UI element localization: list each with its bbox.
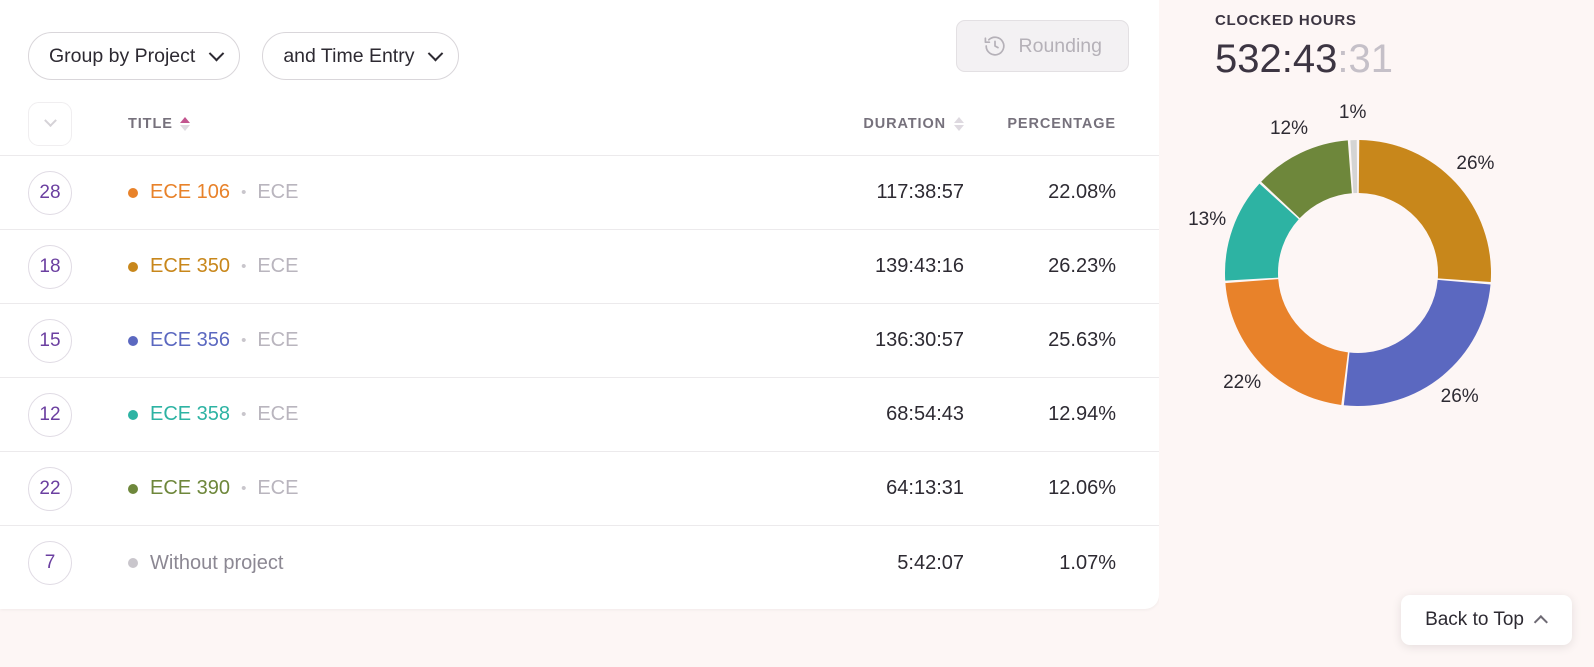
donut-slice-label: 26% xyxy=(1440,385,1479,407)
column-header-title[interactable]: TITLE xyxy=(72,116,754,132)
chevron-down-icon xyxy=(209,45,225,61)
donut-slice-label: 13% xyxy=(1188,208,1227,230)
cell-duration: 68:54:43 xyxy=(886,403,964,425)
entry-count-badge: 15 xyxy=(28,318,72,363)
client-name: ECE xyxy=(257,329,299,351)
cell-duration: 117:38:57 xyxy=(876,181,965,203)
back-to-top-button[interactable]: Back to Top xyxy=(1401,595,1572,645)
table-row[interactable]: 22 ECE 390 • ECE 64:13:31 12.06% xyxy=(0,452,1159,526)
separator-dot-icon: • xyxy=(241,184,247,201)
cell-percentage: 22.08% xyxy=(1048,181,1116,203)
group-by-time-entry-label: and Time Entry xyxy=(283,44,415,67)
table-body: 28 ECE 106 • ECE 117:38:57 22.08% 18 ECE 350 • EC… xyxy=(0,156,1159,600)
donut-slice-label: 22% xyxy=(1223,372,1262,394)
cell-title: Without project xyxy=(72,552,754,575)
group-by-time-entry-dropdown[interactable]: and Time Entry xyxy=(262,32,460,80)
separator-dot-icon: • xyxy=(241,332,247,349)
client-name: ECE xyxy=(257,181,299,203)
table-row[interactable]: 18 ECE 350 • ECE 139:43:16 26.23% xyxy=(0,230,1159,304)
clocked-hours-main: 532:43 xyxy=(1215,37,1338,81)
clocked-hours-label: CLOCKED HOURS xyxy=(1215,12,1357,29)
project-color-dot-icon xyxy=(128,409,138,420)
cell-percentage: 12.06% xyxy=(1048,477,1116,499)
separator-dot-icon: • xyxy=(241,258,247,275)
sort-indicator-title-icon[interactable] xyxy=(179,116,190,131)
cell-title: ECE 356 • ECE xyxy=(72,329,754,352)
clock-rewind-icon xyxy=(983,34,1007,58)
project-name[interactable]: ECE 106 xyxy=(150,181,230,204)
table-row[interactable]: 28 ECE 106 • ECE 117:38:57 22.08% xyxy=(0,156,1159,230)
reports-page: Group by Project and Time Entry Rounding xyxy=(0,0,1594,667)
project-color-dot-icon xyxy=(128,483,138,494)
cell-percentage: 25.63% xyxy=(1048,329,1116,351)
summary-panel: CLOCKED HOURS 532:43:31 26% 26% 22% 13% 12% 1… xyxy=(1159,0,1594,667)
group-by-project-dropdown[interactable]: Group by Project xyxy=(28,32,241,80)
clocked-hours-seconds: :31 xyxy=(1337,37,1393,81)
table-row[interactable]: 7 Without project 5:42:07 1.07% xyxy=(0,526,1159,600)
project-name[interactable]: ECE 350 xyxy=(150,255,230,278)
cell-title: ECE 350 • ECE xyxy=(72,255,754,278)
donut-slice[interactable] xyxy=(1350,140,1358,194)
chevron-up-icon xyxy=(1533,615,1548,630)
column-header-duration[interactable]: DURATION xyxy=(754,116,964,132)
sort-indicator-duration-icon[interactable] xyxy=(954,116,964,131)
project-color-dot-icon xyxy=(128,187,138,198)
entry-count-badge: 7 xyxy=(28,541,72,585)
toolbar: Group by Project and Time Entry Rounding xyxy=(0,0,1159,92)
chevron-down-icon xyxy=(43,114,57,128)
project-name[interactable]: Without project xyxy=(150,552,283,575)
entry-count-badge: 12 xyxy=(28,392,72,437)
cell-percentage: 26.23% xyxy=(1048,255,1116,277)
donut-slice-label: 1% xyxy=(1338,102,1367,124)
clocked-hours-total: 532:43:31 xyxy=(1215,37,1594,82)
cell-title: ECE 358 • ECE xyxy=(72,403,754,426)
donut-slice-label: 26% xyxy=(1456,153,1495,175)
cell-percentage: 1.07% xyxy=(1059,551,1116,574)
project-color-dot-icon xyxy=(128,335,138,346)
table-row[interactable]: 15 ECE 356 • ECE 136:30:57 25.63% xyxy=(0,304,1159,378)
cell-duration: 64:13:31 xyxy=(886,477,964,499)
table-row[interactable]: 12 ECE 358 • ECE 68:54:43 12.94% xyxy=(0,378,1159,452)
project-name[interactable]: ECE 356 xyxy=(150,329,230,352)
client-name: ECE xyxy=(257,255,299,277)
cell-duration: 139:43:16 xyxy=(875,255,964,277)
entry-count-badge: 18 xyxy=(28,244,72,289)
rounding-button[interactable]: Rounding xyxy=(955,20,1129,72)
separator-dot-icon: • xyxy=(241,406,247,423)
donut-slice-label: 12% xyxy=(1269,117,1308,139)
project-name[interactable]: ECE 390 xyxy=(150,477,230,500)
column-header-duration-label: DURATION xyxy=(863,115,946,132)
column-header-percentage: PERCENTAGE xyxy=(1007,115,1116,132)
client-name: ECE xyxy=(257,403,299,425)
table-header-row: TITLE DURATION PERCENTAGE xyxy=(0,92,1159,156)
group-by-project-label: Group by Project xyxy=(49,44,196,67)
cell-title: ECE 390 • ECE xyxy=(72,477,754,500)
project-name[interactable]: ECE 358 xyxy=(150,403,230,426)
expand-all-button[interactable] xyxy=(28,101,72,146)
cell-title: ECE 106 • ECE xyxy=(72,181,754,204)
cell-duration: 136:30:57 xyxy=(875,329,964,351)
entry-count-badge: 22 xyxy=(28,466,72,511)
client-name: ECE xyxy=(257,477,299,499)
cell-duration: 5:42:07 xyxy=(897,551,964,574)
project-color-dot-icon xyxy=(128,558,138,568)
donut-chart: 26% 26% 22% 13% 12% 1% xyxy=(1159,94,1594,424)
back-to-top-label: Back to Top xyxy=(1425,609,1524,630)
project-color-dot-icon xyxy=(128,261,138,272)
column-header-title-label: TITLE xyxy=(128,115,173,132)
cell-percentage: 12.94% xyxy=(1048,403,1116,425)
report-card: Group by Project and Time Entry Rounding xyxy=(0,0,1159,609)
entry-count-badge: 28 xyxy=(28,170,72,215)
separator-dot-icon: • xyxy=(241,480,247,497)
chevron-down-icon xyxy=(428,45,444,61)
report-table: TITLE DURATION PERCENTAGE 28 ECE 106 • ECE 1… xyxy=(0,92,1159,600)
rounding-label: Rounding xyxy=(1018,34,1102,57)
